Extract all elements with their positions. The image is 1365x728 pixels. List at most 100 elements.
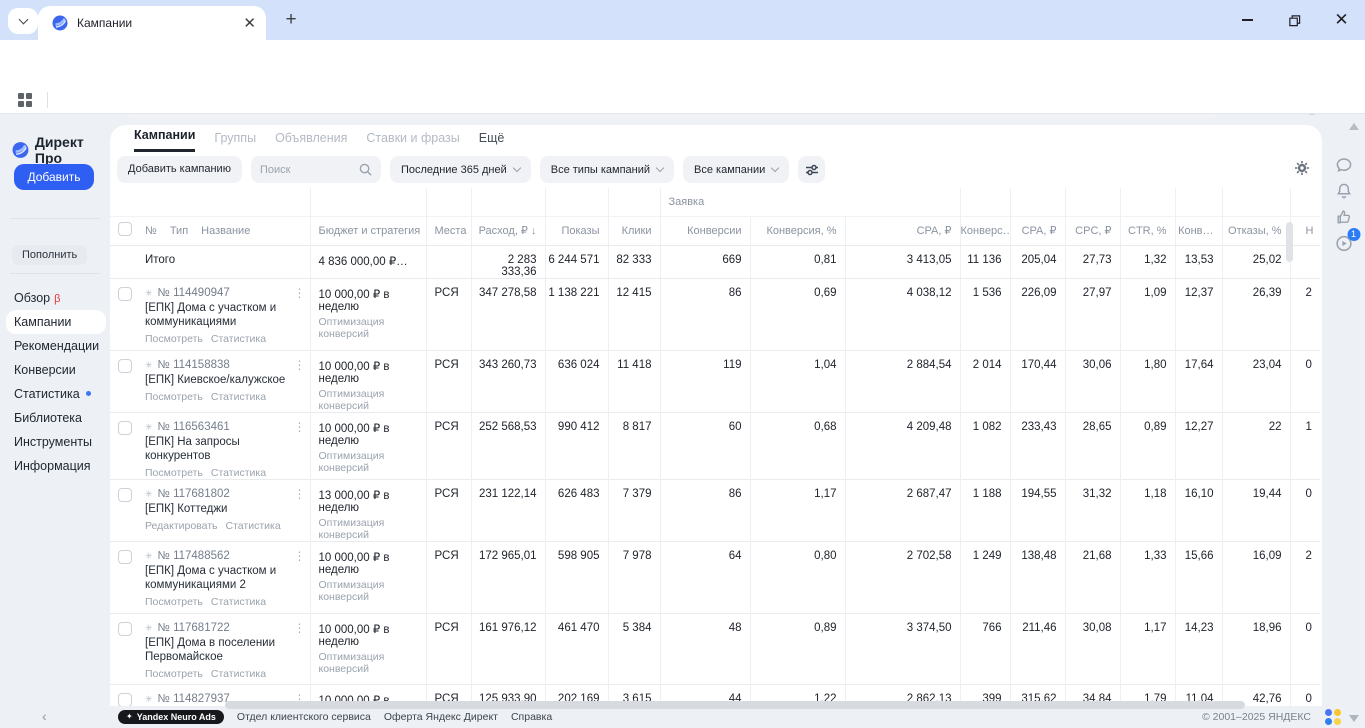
row-checkbox[interactable] [118,420,132,435]
col-header-cpa-2[interactable]: CPA, ₽ [1009,215,1066,245]
onboarding-play-icon[interactable]: 1 [1334,228,1360,253]
row-stats-link[interactable]: Статистика [211,596,266,608]
row-menu-icon[interactable]: ⋮ [294,421,306,433]
horizontal-scrollbar[interactable] [225,701,1245,709]
tab-close-icon[interactable]: ✕ [243,14,256,32]
col-header-conversion-rate[interactable]: Конверсия, % [749,215,845,245]
search-box[interactable] [250,156,381,183]
row-stats-link[interactable]: Статистика [226,520,281,532]
campaign-name[interactable]: [ЕПК] Киевское/калужское [140,373,310,387]
sidebar-item-statistics[interactable]: Статистика [6,382,106,406]
offer-link[interactable]: Оферта Яндекс Директ [384,711,498,723]
col-header-bounce[interactable]: Отказы, % [1221,215,1291,245]
help-link[interactable]: Справка [511,711,552,723]
row-checkbox[interactable] [118,621,132,636]
thumbs-up-icon[interactable] [1335,208,1353,226]
campaign-id-link[interactable]: № 117681802 [158,488,289,500]
close-button[interactable]: ✕ [1318,0,1365,40]
row-action-link[interactable]: Посмотреть [145,596,203,608]
row-stats-link[interactable]: Статистика [211,467,266,479]
row-action-link[interactable]: Посмотреть [145,467,203,479]
chat-icon[interactable] [1335,156,1353,174]
col-header-number[interactable]: № [145,225,157,237]
row-action-link[interactable]: Посмотреть [145,391,203,403]
tab-more[interactable]: Ещё [479,131,505,152]
col-header-ctr[interactable]: CTR, % [1119,215,1176,245]
col-header-conversions[interactable]: Конверсии [659,215,750,245]
row-menu-icon[interactable]: ⋮ [294,550,306,562]
date-range-dropdown[interactable]: Последние 365 дней [389,156,531,183]
table-settings-button[interactable] [1294,160,1310,176]
bell-icon[interactable] [1335,182,1353,200]
col-header-cut[interactable]: Н [1289,215,1321,245]
row-checkbox[interactable] [118,692,132,706]
campaign-id-link[interactable]: № 117488562 [158,550,289,562]
client-service-link[interactable]: Отдел клиентского сервиса [237,711,371,723]
row-menu-icon[interactable]: ⋮ [294,359,306,371]
vertical-scrollbar[interactable] [1286,222,1293,262]
campaign-id-link[interactable]: № 114490947 [158,287,289,299]
row-stats-link[interactable]: Статистика [211,391,266,403]
col-header-places[interactable]: Места [425,215,471,245]
search-input[interactable] [259,163,359,176]
browser-tab[interactable]: Кампании ✕ [38,6,266,40]
tab-campaigns[interactable]: Кампании [134,128,196,152]
topup-button[interactable]: Пополнить [12,245,88,265]
neuro-ads-badge[interactable]: ✦ Yandex Neuro Ads [118,710,224,724]
row-menu-icon[interactable]: ⋮ [294,622,306,634]
campaign-type-dropdown[interactable]: Все типы кампаний [539,156,675,183]
scroll-up-icon[interactable] [1349,123,1359,130]
col-header-cpc[interactable]: CPC, ₽ [1064,215,1121,245]
restore-button[interactable] [1271,0,1318,40]
sidebar-item-information[interactable]: Информация [6,454,106,478]
row-checkbox[interactable] [118,487,132,502]
row-menu-icon[interactable]: ⋮ [294,287,306,299]
yandex-services-icons[interactable] [1325,709,1341,725]
row-stats-link[interactable]: Статистика [211,333,266,345]
filters-button[interactable] [798,156,826,183]
minimize-button[interactable] [1224,0,1271,40]
col-header-type[interactable]: Тип [170,225,188,237]
col-header-cost[interactable]: Расход, ₽ ↓ [470,215,545,245]
add-campaign-button[interactable]: Добавить кампанию [117,156,242,183]
apps-grid-icon[interactable] [18,93,32,107]
row-checkbox[interactable] [118,549,132,564]
row-action-link[interactable]: Редактировать [145,520,218,532]
sidebar-item-overview[interactable]: Обзор β [6,286,106,310]
add-button[interactable]: Добавить [14,164,94,190]
campaign-filter-dropdown[interactable]: Все кампании [683,156,790,183]
col-header-clicks[interactable]: Клики [607,215,660,245]
campaign-name[interactable]: [ЕПК] Дома в поселении Первомайское [140,636,310,664]
campaign-name[interactable]: [ЕПК] Дома с участком и коммуникациями 2 [140,564,310,592]
col-header-shows[interactable]: Показы [544,215,608,245]
row-checkbox[interactable] [118,358,132,373]
sidebar-item-tools[interactable]: Инструменты [6,430,106,454]
campaign-id-link[interactable]: № 114158838 [158,359,289,371]
sidebar-item-conversions[interactable]: Конверсии [6,358,106,382]
tab-search-button[interactable] [8,8,38,34]
col-header-conv-3[interactable]: Конв… [1174,215,1223,245]
col-header-cpa[interactable]: CPA, ₽ [844,215,961,245]
col-header-conversions-2[interactable]: Конверс… [959,215,1011,245]
tab-bids-phrases[interactable]: Ставки и фразы [366,131,459,152]
col-header-name[interactable]: Название [201,225,250,237]
row-action-link[interactable]: Посмотреть [145,668,203,680]
row-checkbox[interactable] [118,286,132,301]
tab-groups[interactable]: Группы [214,131,256,152]
row-action-link[interactable]: Посмотреть [145,333,203,345]
new-tab-button[interactable]: + [280,9,302,31]
collapse-sidebar-icon[interactable]: ‹ [42,708,47,724]
sidebar-item-recommendations[interactable]: Рекомендации [6,334,106,358]
col-header-budget[interactable]: Бюджет и стратегия [309,215,426,245]
campaign-name[interactable]: [ЕПК] Коттеджи [140,502,310,516]
scroll-down-icon[interactable] [1349,715,1359,722]
direct-pro-logo[interactable]: Директ Про [12,134,110,166]
campaign-id-link[interactable]: № 117681722 [158,622,289,634]
row-stats-link[interactable]: Статистика [211,668,266,680]
select-all-checkbox[interactable] [118,222,132,236]
row-menu-icon[interactable]: ⋮ [294,488,306,500]
tab-ads[interactable]: Объявления [275,131,347,152]
campaign-name[interactable]: [ЕПК] На запросы конкурентов [140,435,310,463]
sidebar-item-campaigns[interactable]: Кампании [6,310,106,334]
campaign-id-link[interactable]: № 116563461 [158,421,289,433]
